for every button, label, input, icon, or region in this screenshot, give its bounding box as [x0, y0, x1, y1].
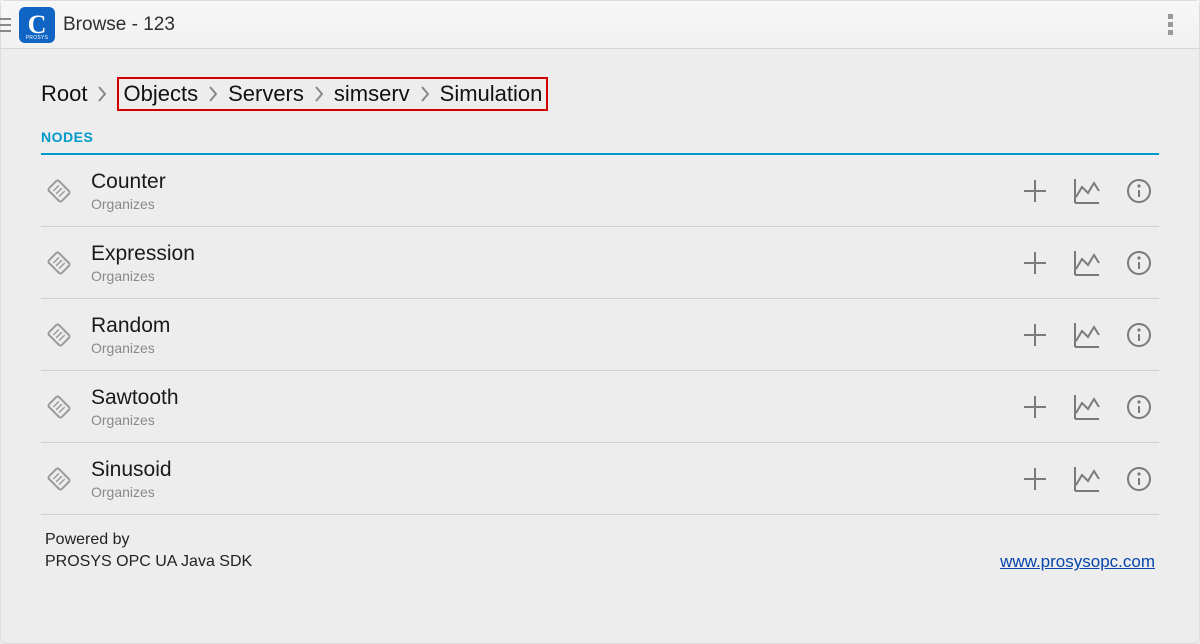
- overflow-menu-icon[interactable]: [1151, 1, 1191, 49]
- list-item-actions: [1021, 393, 1159, 421]
- list-item[interactable]: Counter Organizes: [41, 155, 1159, 227]
- section-label: NODES: [41, 129, 1159, 153]
- list-item[interactable]: Sinusoid Organizes: [41, 443, 1159, 515]
- list-item-subtitle: Organizes: [91, 340, 1021, 356]
- add-icon[interactable]: [1021, 177, 1049, 205]
- list-item-actions: [1021, 321, 1159, 349]
- info-icon[interactable]: [1125, 393, 1153, 421]
- list-item-title: Sinusoid: [91, 458, 1021, 482]
- list-item-subtitle: Organizes: [91, 196, 1021, 212]
- info-icon[interactable]: [1125, 249, 1153, 277]
- add-icon[interactable]: [1021, 465, 1049, 493]
- footer-line2: PROSYS OPC UA Java SDK: [45, 551, 252, 573]
- chart-icon[interactable]: [1073, 321, 1101, 349]
- list-item-text: Sawtooth Organizes: [77, 386, 1021, 428]
- list-item-actions: [1021, 465, 1159, 493]
- list-item-text: Sinusoid Organizes: [77, 458, 1021, 500]
- chart-icon[interactable]: [1073, 393, 1101, 421]
- list-item-actions: [1021, 249, 1159, 277]
- footer-line1: Powered by: [45, 529, 252, 551]
- list-item[interactable]: Expression Organizes: [41, 227, 1159, 299]
- list-item-subtitle: Organizes: [91, 412, 1021, 428]
- list-item[interactable]: Random Organizes: [41, 299, 1159, 371]
- tag-icon: [41, 394, 77, 420]
- tag-icon: [41, 322, 77, 348]
- list-item-text: Counter Organizes: [77, 170, 1021, 212]
- content-area: Root Objects Servers simserv Simulation …: [1, 49, 1199, 572]
- list-item-title: Random: [91, 314, 1021, 338]
- breadcrumb-highlight: Objects Servers simserv Simulation: [117, 77, 548, 111]
- list-item-text: Expression Organizes: [77, 242, 1021, 284]
- info-icon[interactable]: [1125, 321, 1153, 349]
- list-item-title: Expression: [91, 242, 1021, 266]
- tag-icon: [41, 250, 77, 276]
- chevron-right-icon: [314, 86, 324, 102]
- tag-icon: [41, 466, 77, 492]
- footer: Powered by PROSYS OPC UA Java SDK www.pr…: [41, 515, 1159, 572]
- breadcrumb-simulation[interactable]: Simulation: [440, 81, 543, 107]
- add-icon[interactable]: [1021, 321, 1049, 349]
- app-header: CPROSYS Browse - 123: [1, 1, 1199, 49]
- chart-icon[interactable]: [1073, 465, 1101, 493]
- breadcrumb-servers[interactable]: Servers: [228, 81, 304, 107]
- breadcrumb-root[interactable]: Root: [41, 81, 87, 107]
- chevron-right-icon: [420, 86, 430, 102]
- chart-icon[interactable]: [1073, 177, 1101, 205]
- add-icon[interactable]: [1021, 393, 1049, 421]
- page-title: Browse - 123: [63, 14, 175, 36]
- chevron-right-icon: [208, 86, 218, 102]
- list-item-title: Sawtooth: [91, 386, 1021, 410]
- list-item[interactable]: Sawtooth Organizes: [41, 371, 1159, 443]
- footer-link[interactable]: www.prosysopc.com: [1000, 552, 1155, 572]
- list-item-actions: [1021, 177, 1159, 205]
- footer-credit: Powered by PROSYS OPC UA Java SDK: [45, 529, 252, 572]
- info-icon[interactable]: [1125, 177, 1153, 205]
- add-icon[interactable]: [1021, 249, 1049, 277]
- menu-icon[interactable]: [0, 1, 15, 49]
- app-logo: CPROSYS: [19, 7, 55, 43]
- breadcrumb: Root Objects Servers simserv Simulation: [41, 49, 1159, 129]
- tag-icon: [41, 178, 77, 204]
- list-item-text: Random Organizes: [77, 314, 1021, 356]
- list-item-subtitle: Organizes: [91, 484, 1021, 500]
- list-item-subtitle: Organizes: [91, 268, 1021, 284]
- list-item-title: Counter: [91, 170, 1021, 194]
- node-list: Counter Organizes Expression Organizes: [41, 155, 1159, 515]
- info-icon[interactable]: [1125, 465, 1153, 493]
- breadcrumb-simserv[interactable]: simserv: [334, 81, 410, 107]
- chevron-right-icon: [97, 86, 107, 102]
- chart-icon[interactable]: [1073, 249, 1101, 277]
- breadcrumb-objects[interactable]: Objects: [123, 81, 198, 107]
